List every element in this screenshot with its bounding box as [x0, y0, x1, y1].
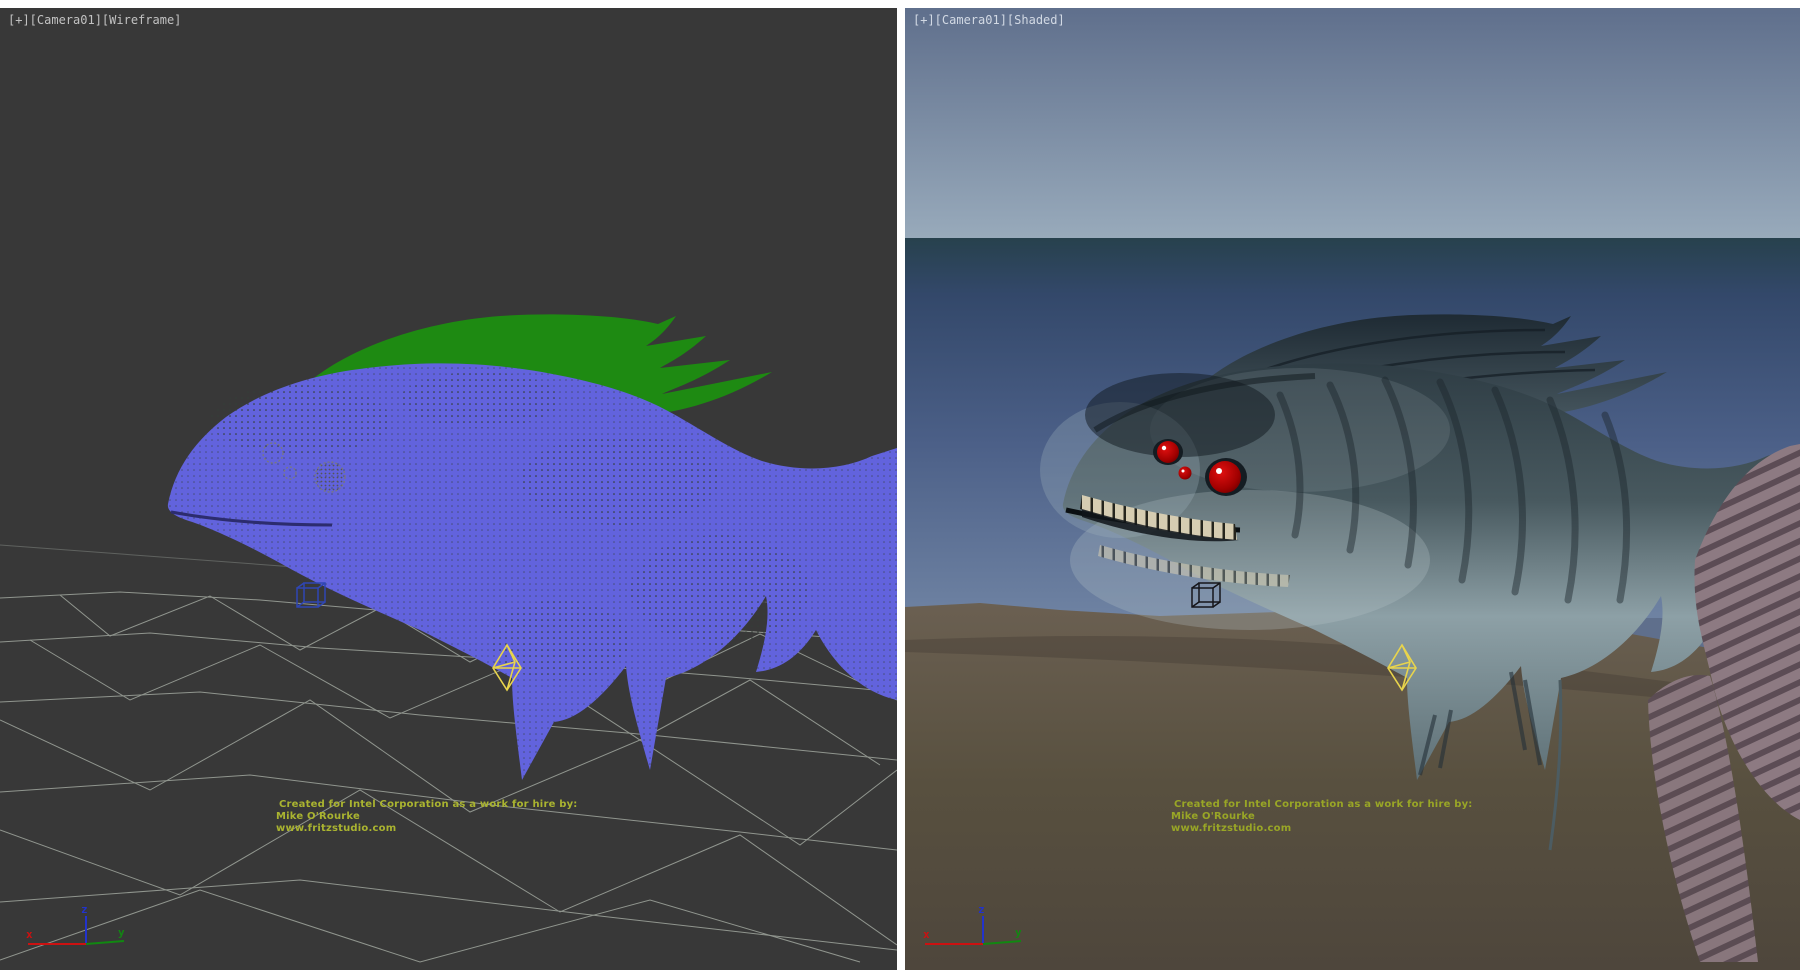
z-axis-label: z	[978, 903, 985, 916]
y-axis-label: y	[1015, 926, 1022, 939]
viewport-label-wireframe[interactable]: [+][Camera01][Wireframe]	[8, 13, 181, 27]
svg-text:Mike O'Rourke: Mike O'Rourke	[276, 811, 360, 822]
svg-text:www.fritzstudio.com: www.fritzstudio.com	[276, 823, 396, 834]
sky	[905, 8, 1800, 240]
svg-text:Created for Intel Corporation: Created for Intel Corporation as a work …	[1174, 799, 1473, 810]
x-axis-label: x	[26, 928, 33, 941]
svg-text:www.fritzstudio.com: www.fritzstudio.com	[1171, 823, 1291, 834]
z-axis-label: z	[81, 903, 88, 916]
viewport-label-shaded[interactable]: [+][Camera01][Shaded]	[913, 13, 1065, 27]
viewport-wireframe[interactable]: [+][Camera01][Wireframe]	[0, 8, 897, 970]
y-axis-label: y	[118, 926, 125, 939]
wireframe-canvas[interactable]: Created for Intel Corporation as a work …	[0, 8, 897, 970]
viewport-shaded[interactable]: [+][Camera01][Shaded]	[905, 8, 1800, 970]
shaded-canvas[interactable]: Created for Intel Corporation as a work …	[905, 8, 1800, 970]
svg-text:Mike O'Rourke: Mike O'Rourke	[1171, 811, 1255, 822]
x-axis-label: x	[923, 928, 930, 941]
viewport-divider[interactable]	[897, 0, 905, 978]
svg-text:Created for Intel Corporation: Created for Intel Corporation as a work …	[279, 799, 578, 810]
